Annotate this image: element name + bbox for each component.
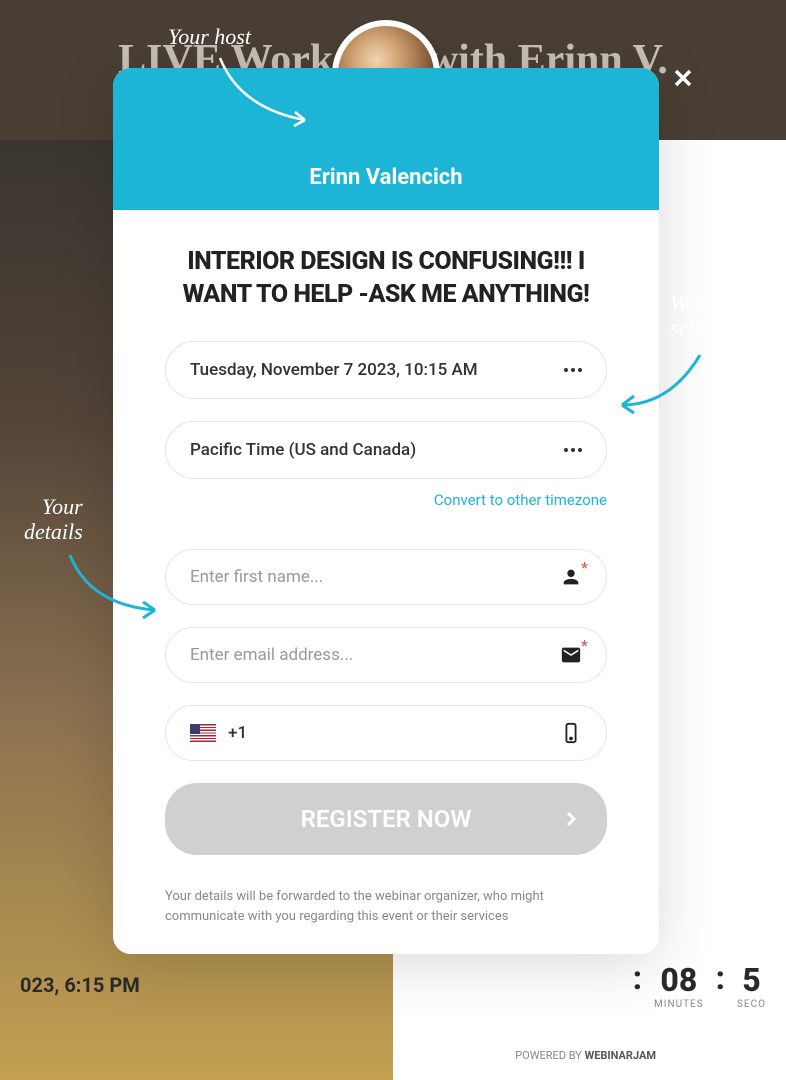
timezone-select[interactable]: Pacific Time (US and Canada) bbox=[165, 421, 607, 479]
date-select[interactable]: Tuesday, November 7 2023, 10:15 AM bbox=[165, 341, 607, 399]
powered-by: POWERED BY WEBINARJAM bbox=[515, 1049, 656, 1062]
email-icon: * bbox=[560, 644, 582, 666]
chevron-right-icon bbox=[559, 807, 583, 831]
email-field-wrapper: * bbox=[165, 627, 607, 683]
registration-modal: Erinn Valencich INTERIOR DESIGN IS CONFU… bbox=[113, 68, 659, 954]
phone-icon bbox=[560, 722, 582, 744]
close-button[interactable] bbox=[669, 64, 699, 94]
required-indicator: * bbox=[581, 558, 588, 577]
convert-timezone-link[interactable]: Convert to other timezone bbox=[165, 491, 607, 509]
required-indicator: * bbox=[581, 636, 588, 655]
disclaimer-text: Your details will be forwarded to the we… bbox=[165, 887, 607, 926]
countdown-seconds: 5 SECO bbox=[737, 961, 766, 1010]
email-input[interactable] bbox=[190, 645, 560, 665]
footer-date: 023, 6:15 PM bbox=[20, 973, 140, 997]
more-icon bbox=[564, 448, 582, 452]
phone-field-wrapper bbox=[165, 705, 607, 761]
background-footer: 023, 6:15 PM : 08 MINUTES : 5 SECO bbox=[0, 945, 786, 1025]
modal-title: INTERIOR DESIGN IS CONFUSING!!! I WANT T… bbox=[165, 246, 607, 311]
register-button-label: REGISTER NOW bbox=[301, 805, 472, 833]
more-icon bbox=[564, 368, 582, 372]
phone-input[interactable] bbox=[228, 723, 560, 743]
register-button[interactable]: REGISTER NOW bbox=[165, 783, 607, 855]
first-name-input[interactable] bbox=[190, 567, 560, 587]
close-icon bbox=[669, 64, 697, 92]
countdown-minutes: 08 MINUTES bbox=[654, 961, 704, 1010]
flag-us-icon[interactable] bbox=[190, 724, 216, 742]
modal-body: INTERIOR DESIGN IS CONFUSING!!! I WANT T… bbox=[113, 210, 659, 954]
first-name-field-wrapper: * bbox=[165, 549, 607, 605]
date-select-value: Tuesday, November 7 2023, 10:15 AM bbox=[190, 360, 478, 380]
modal-header: Erinn Valencich bbox=[113, 68, 659, 210]
person-icon: * bbox=[560, 566, 582, 588]
countdown: : 08 MINUTES : 5 SECO bbox=[633, 961, 766, 1010]
timezone-select-value: Pacific Time (US and Canada) bbox=[190, 440, 416, 460]
host-name: Erinn Valencich bbox=[309, 165, 462, 190]
